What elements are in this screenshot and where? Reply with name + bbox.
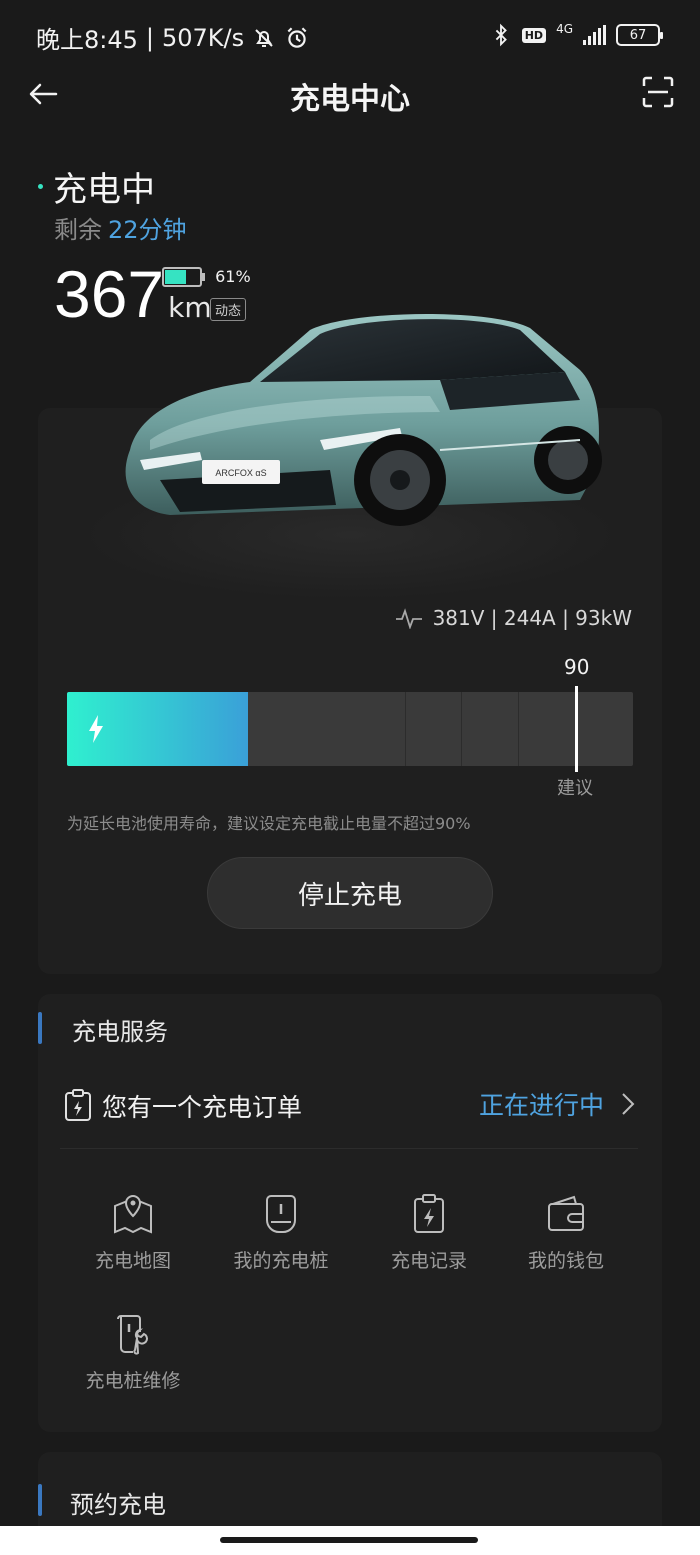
hd-badge: HD (521, 27, 547, 43)
battery-icon: 67 (616, 24, 663, 46)
remaining-value: 22分钟 (108, 216, 187, 244)
battery-level: 61% (162, 266, 251, 287)
advice-text: 为延长电池使用寿命，建议设定充电截止电量不超过90% (67, 814, 471, 833)
car-plate-text: ARCFOX αS (215, 468, 266, 478)
status-time: 晚上8:45 (36, 26, 138, 54)
bolt-icon (89, 715, 103, 743)
divider (60, 1148, 638, 1149)
screen: 晚上8:45 | 507K/s HD 4G 67 充电中心 充电中 剩余 22分… (0, 0, 700, 1555)
service-label: 充电记录 (390, 1250, 467, 1272)
header: 充电中心 (0, 70, 700, 117)
remaining-label: 剩余 (54, 216, 102, 244)
service-charge-records[interactable]: 充电记录 (364, 1192, 494, 1273)
mute-bell-icon (255, 28, 273, 47)
service-my-charger[interactable]: 我的充电桩 (216, 1192, 346, 1273)
charging-state-text: 充电中 (53, 170, 155, 210)
bar-divider (405, 692, 406, 766)
status-net-speed: 507K/s (162, 23, 245, 52)
charge-progress-bar[interactable] (67, 692, 633, 766)
status-bar: 晚上8:45 | 507K/s HD 4G 67 (0, 0, 700, 70)
battery-gauge-icon (162, 266, 205, 287)
scan-icon[interactable] (640, 74, 676, 110)
repair-icon (117, 1314, 148, 1355)
charging-order-row[interactable]: 您有一个充电订单 正在进行中 (60, 1082, 640, 1126)
home-indicator[interactable] (220, 1537, 478, 1543)
clipboard-bolt-icon (65, 1089, 91, 1121)
battery-percent: 61% (215, 267, 251, 286)
section-title-services: 充电服务 (72, 1018, 168, 1046)
page-title: 充电中心 (290, 82, 410, 117)
battery-gauge-fill (165, 269, 186, 284)
status-separator: | (145, 23, 154, 52)
pulse-icon (395, 608, 422, 629)
service-label: 我的钱包 (527, 1250, 604, 1272)
section-accent (38, 1484, 42, 1516)
alarm-icon (287, 26, 307, 48)
network-type: 4G (556, 22, 573, 36)
charge-limit-value: 90 (564, 655, 590, 679)
signal-icon (583, 25, 606, 45)
charge-record-icon (414, 1194, 444, 1233)
chevron-right-icon (622, 1093, 635, 1115)
power-values: 381V | 244A | 93kW (432, 606, 632, 630)
order-status: 正在进行中 (478, 1091, 604, 1120)
charging-state: 充电中 (38, 162, 155, 211)
remaining-time: 剩余 22分钟 (54, 210, 187, 245)
service-label: 我的充电桩 (233, 1250, 329, 1272)
car-image: ARCFOX αS (125, 313, 602, 526)
status-dot (38, 184, 43, 189)
order-text: 您有一个充电订单 (102, 1093, 303, 1122)
map-pin-icon (114, 1194, 152, 1234)
service-label: 充电地图 (94, 1250, 171, 1272)
battery-level-text: 67 (629, 27, 647, 43)
service-my-wallet[interactable]: 我的钱包 (501, 1192, 631, 1273)
service-label: 充电桩维修 (85, 1370, 181, 1392)
status-left: 晚上8:45 | 507K/s (36, 20, 310, 55)
charger-icon (266, 1195, 296, 1233)
service-charging-map[interactable]: 充电地图 (68, 1192, 198, 1273)
bluetooth-icon (495, 23, 507, 47)
charge-limit-marker[interactable] (575, 686, 578, 772)
bar-divider (518, 692, 519, 766)
section-title-reserve: 预约充电 (70, 1491, 166, 1519)
power-readout: 381V | 244A | 93kW (395, 606, 632, 630)
service-charger-repair[interactable]: 充电桩维修 (68, 1312, 198, 1393)
section-accent (38, 1012, 42, 1044)
charge-limit-label: 建议 (557, 778, 593, 799)
bar-divider (461, 692, 462, 766)
stop-charging-button[interactable]: 停止充电 (207, 857, 493, 929)
wallet-icon (548, 1195, 584, 1231)
status-right: HD 4G 67 (490, 22, 663, 48)
